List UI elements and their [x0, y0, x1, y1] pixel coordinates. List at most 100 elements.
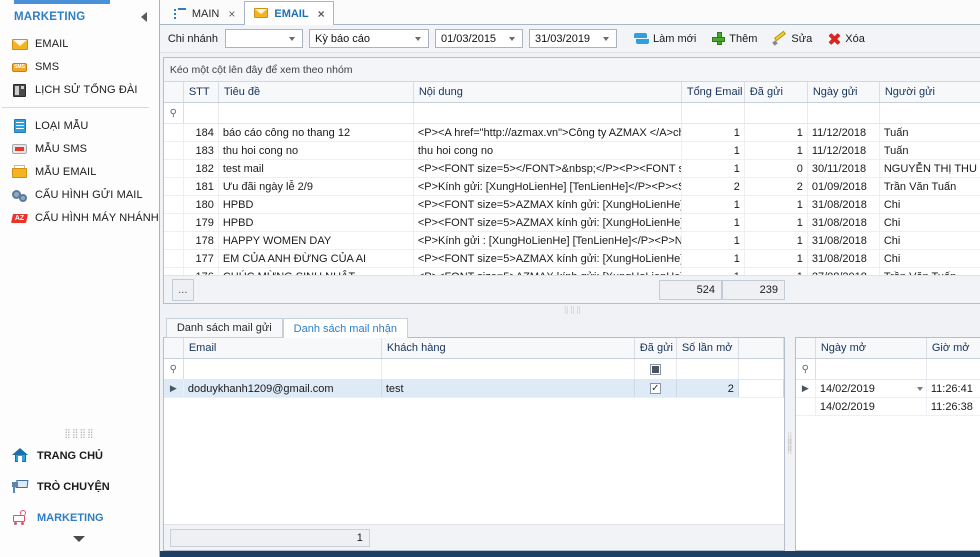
sidebar-item-chat[interactable]: TRÒ CHUYỆN [0, 471, 159, 502]
edit-button[interactable]: Sửa [768, 29, 817, 48]
filter-sent[interactable] [745, 103, 808, 123]
chevron-down-icon [415, 36, 421, 41]
cell-total: 1 [682, 232, 745, 249]
sidebar-item-template-type[interactable]: LOẠI MẪU [0, 114, 159, 137]
table-row[interactable]: 181 Ưu đãi ngày lễ 2/9 <P>Kính gửi: [XungH… [163, 178, 980, 196]
sidebar-item-extension-config[interactable]: AZ CẤU HÌNH MÁY NHÁNH [0, 206, 159, 229]
column-header-sent[interactable]: Đã gửi [635, 338, 677, 358]
summary-menu-button[interactable]: ... [171, 278, 194, 301]
sidebar-item-sms-template[interactable]: MẪU SMS [0, 137, 159, 160]
open-log-grid-header: Ngày mở Giờ mở [795, 338, 980, 359]
cell-title: báo cáo công no thang 12 [219, 124, 414, 141]
column-header-sender[interactable]: Người gửi [880, 82, 980, 102]
sidebar-item-home[interactable]: TRANG CHỦ [0, 440, 159, 471]
cell-stt: 182 [184, 160, 219, 177]
column-header-send-date[interactable]: Ngày gửi [808, 82, 880, 102]
table-row[interactable]: 14/02/2019 11:26:38 [795, 398, 980, 416]
column-header-stt[interactable]: STT [184, 82, 219, 102]
filter-blank[interactable] [739, 359, 784, 379]
row-indicator [163, 250, 184, 267]
filter-open-date[interactable] [816, 359, 927, 379]
table-row[interactable]: ▶ 14/02/2019 11:26:41 [795, 380, 980, 398]
row-indicator [163, 214, 184, 231]
tab-email[interactable]: EMAIL × [244, 1, 334, 25]
column-header-content[interactable]: Nội dung [414, 82, 682, 102]
sidebar-item-email-template[interactable]: MẪU EMAIL [0, 160, 159, 183]
row-indicator: ▶ [795, 380, 816, 397]
cell-open-time: 11:26:41 [927, 380, 980, 397]
sidebar-header: MARKETING [0, 4, 159, 30]
sidebar-divider [2, 107, 149, 108]
refresh-button[interactable]: Làm mới [629, 29, 701, 49]
filter-open-time[interactable] [927, 359, 980, 379]
column-header-open-time[interactable]: Giờ mở [927, 338, 980, 358]
add-button[interactable]: Thêm [707, 29, 762, 48]
column-header-open-date[interactable]: Ngày mở [816, 338, 927, 358]
tab-sent-mail-list[interactable]: Danh sách mail gửi [165, 318, 283, 338]
column-header-customer[interactable]: Khách hàng [382, 338, 635, 358]
close-icon[interactable]: × [228, 7, 235, 21]
cell-content: <P><FONT size=5>AZMAX kính gửi: [XungHoL… [414, 196, 682, 213]
filter-sender[interactable] [880, 103, 980, 123]
group-by-band[interactable]: Kéo một cột lên đây để xem theo nhóm [163, 58, 980, 82]
filter-customer[interactable] [382, 359, 635, 379]
sidebar-item-call-history[interactable]: LỊCH SỬ TỔNG ĐÀI [0, 78, 159, 101]
chevron-left-icon[interactable] [140, 12, 147, 22]
chevron-down-icon[interactable] [0, 533, 159, 551]
delete-button[interactable]: Xóa [823, 29, 870, 48]
column-header-title[interactable]: Tiêu đề [219, 82, 414, 102]
column-header-total-email[interactable]: Tổng Email [682, 82, 745, 102]
column-header-blank[interactable] [739, 338, 784, 358]
table-row[interactable]: 179 HPBD <P><FONT size=5>AZMAX kính gửi: [… [163, 214, 980, 232]
horizontal-splitter[interactable]: ⣿⣿⣿ [162, 304, 980, 316]
filter-row-indicator: ⚲ [795, 359, 816, 379]
recipients-filter-row: ⚲ [163, 359, 784, 380]
branch-select[interactable] [225, 29, 303, 48]
gear-icon [12, 188, 28, 202]
sidebar-item-email[interactable]: EMAIL [0, 32, 159, 55]
sidebar-item-marketing[interactable]: MARKETING [0, 502, 159, 533]
filter-open-count[interactable] [677, 359, 739, 379]
filter-send-date[interactable] [808, 103, 880, 123]
date-from-picker[interactable]: 01/03/2015 [435, 29, 523, 48]
tab-main[interactable]: MAIN × [164, 1, 245, 25]
close-icon[interactable]: × [318, 7, 325, 21]
main-grid-body: 184 báo cáo công no thang 12 <P><A href="h… [163, 124, 980, 275]
summary-total-email: 524 [658, 279, 722, 300]
table-row[interactable]: ▶ doduykhanh1209@gmail.com test ✓ 2 [163, 380, 784, 398]
sidebar-resize-handle[interactable]: ⣿⣿⣿⣿ [0, 426, 159, 440]
report-period-select[interactable]: Kỳ báo cáo [309, 29, 429, 48]
sidebar-item-mail-config[interactable]: CẤU HÌNH GỬI MAIL [0, 183, 159, 206]
table-row[interactable]: 176CHÚC MỪNG SINH NHẬT<P><FONT size=5>AZ… [163, 268, 980, 275]
column-header-open-count[interactable]: Số lần mở [677, 338, 739, 358]
vertical-splitter[interactable]: ⣿ ⣿ ⣿ ⣿ ⣿ [784, 337, 795, 551]
chevron-down-icon[interactable] [916, 386, 923, 391]
checkbox-checked-icon[interactable]: ✓ [649, 383, 661, 394]
table-row[interactable]: 178 HAPPY WOMEN DAY <P>Kính gửi : [XungHoL… [163, 232, 980, 250]
sidebar-item-label: EMAIL [35, 37, 69, 50]
checkbox-indeterminate-icon[interactable] [649, 363, 661, 375]
row-indicator-header [795, 338, 816, 358]
table-row[interactable]: 183 thu hoi cong no thu hoi cong no 1 1 11/12… [163, 142, 980, 160]
cell-sent: 1 [745, 250, 808, 267]
sidebar-footer-menu: TRANG CHỦ TRÒ CHUYỆN MARKETING [0, 440, 159, 557]
cell-sender: Chi [880, 250, 980, 267]
filter-content[interactable] [414, 103, 682, 123]
filter-stt[interactable] [184, 103, 219, 123]
table-row[interactable]: 180 HPBD <P><FONT size=5>AZMAX kính gửi: [… [163, 196, 980, 214]
table-row[interactable]: 184 báo cáo công no thang 12 <P><A href="h… [163, 124, 980, 142]
sidebar-item-sms[interactable]: SMS SMS [0, 55, 159, 78]
cell-content: <P><FONT size=5>AZMAX kính gửi: [XungHoL… [414, 250, 682, 267]
table-row[interactable]: 182 test mail <P><FONT size=5></FONT>&nbsp… [163, 160, 980, 178]
date-to-picker[interactable]: 31/03/2019 [529, 29, 617, 48]
table-row[interactable]: 177 EM CỦA ANH ĐỪNG CỦA AI <P><FONT size=5… [163, 250, 980, 268]
filter-email[interactable] [184, 359, 382, 379]
tab-received-mail-list[interactable]: Danh sách mail nhận [282, 318, 408, 338]
column-header-email[interactable]: Email [184, 338, 382, 358]
cell-sender: NGUYỄN THỊ THU [880, 160, 980, 177]
filter-title[interactable] [219, 103, 414, 123]
column-header-sent[interactable]: Đã gửi [745, 82, 808, 102]
filter-sent[interactable] [635, 359, 677, 379]
filter-total-email[interactable] [682, 103, 745, 123]
